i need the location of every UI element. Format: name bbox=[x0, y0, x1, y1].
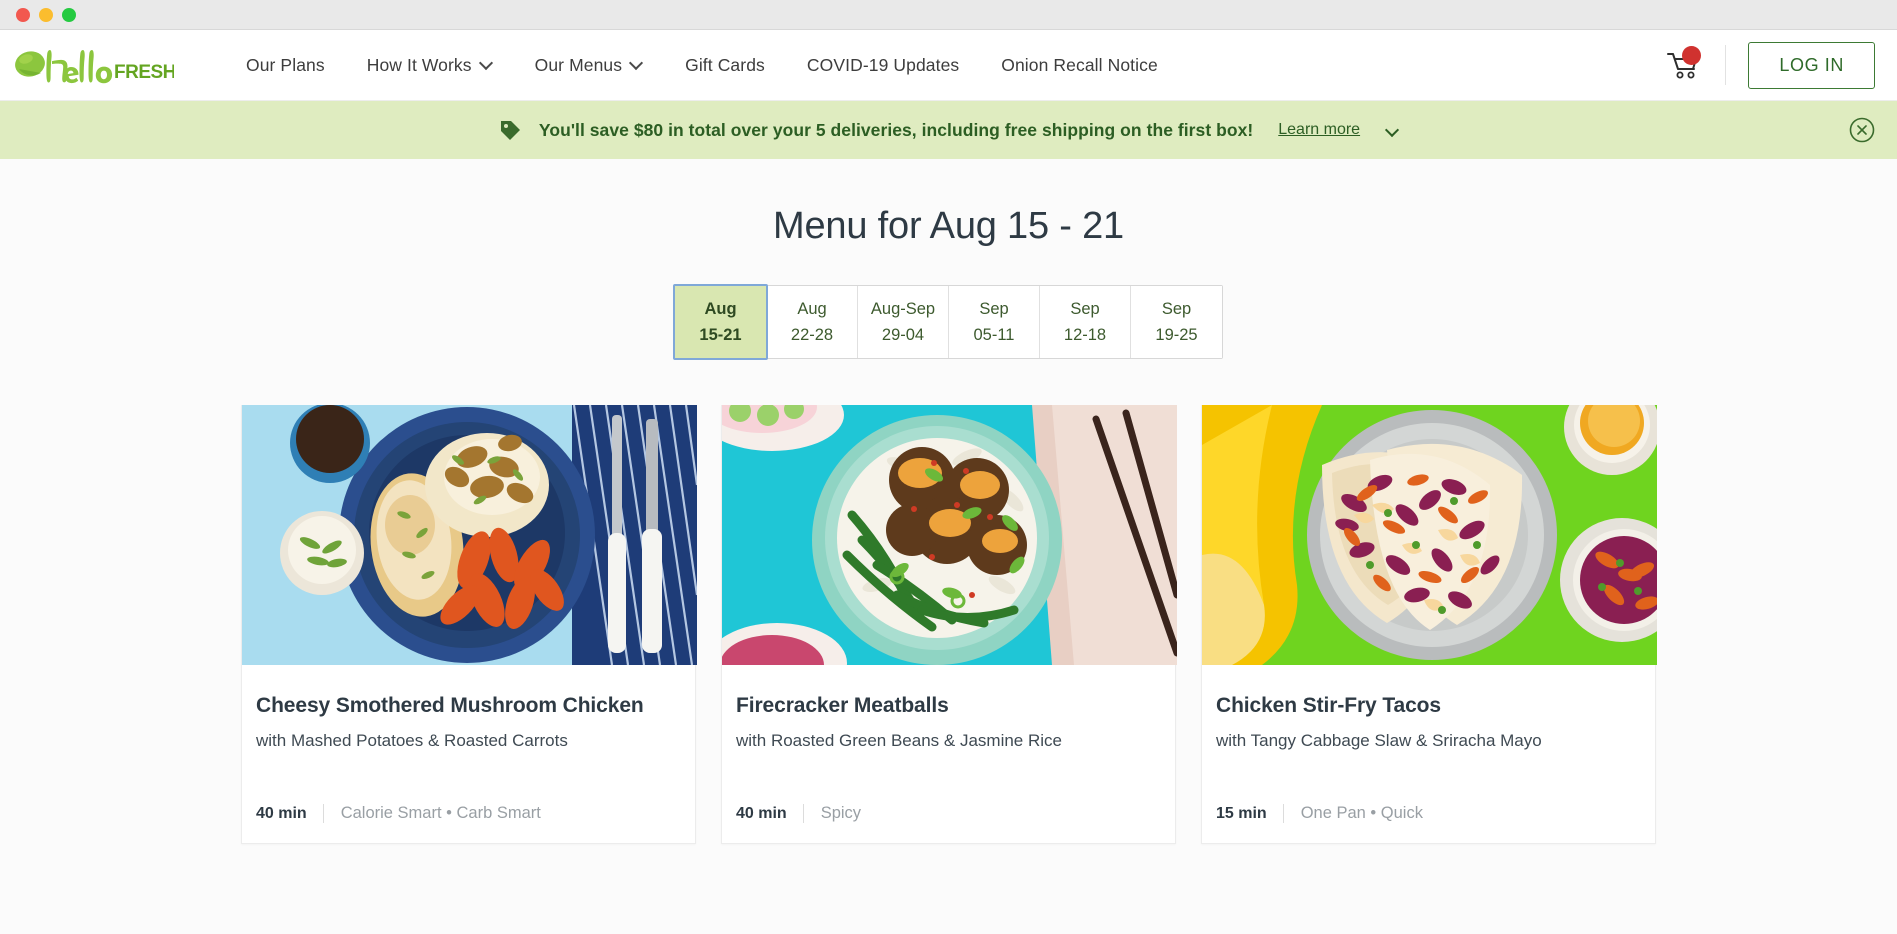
chevron-down-icon bbox=[481, 57, 493, 69]
week-tab-month: Aug bbox=[797, 299, 827, 318]
meal-cards-row: Cheesy Smothered Mushroom Chicken with M… bbox=[0, 405, 1897, 845]
meal-meta: 40 min Spicy bbox=[736, 804, 1161, 843]
nav-label: Our Menus bbox=[534, 54, 623, 75]
meal-tags: One Pan • Quick bbox=[1282, 804, 1423, 824]
price-tag-icon bbox=[500, 121, 520, 140]
meal-title: Cheesy Smothered Mushroom Chicken bbox=[256, 694, 644, 717]
meal-cook-time: 15 min bbox=[1216, 804, 1267, 822]
promo-banner: You'll save $80 in total over your 5 del… bbox=[0, 101, 1897, 159]
nav-label: How It Works bbox=[366, 54, 472, 75]
promo-text: You'll save $80 in total over your 5 del… bbox=[538, 119, 1254, 140]
meal-card[interactable]: Chicken Stir-Fry Tacos with Tangy Cabbag… bbox=[1201, 405, 1657, 845]
meal-title: Chicken Stir-Fry Tacos bbox=[1216, 694, 1441, 717]
window-close-button[interactable] bbox=[16, 7, 30, 22]
main-navigation: Our Plans How It Works Our Menus Gift Ca… bbox=[225, 55, 1655, 76]
nav-label: Onion Recall Notice bbox=[1001, 54, 1158, 75]
meal-image bbox=[1202, 405, 1657, 665]
week-tab-aug-15-21[interactable]: Aug 15-21 bbox=[673, 284, 768, 360]
week-tab-month: Sep bbox=[1070, 299, 1100, 318]
promo-content: You'll save $80 in total over your 5 del… bbox=[498, 118, 1399, 142]
header-divider bbox=[1725, 45, 1727, 85]
chicken-mashed-potatoes-carrots-photo bbox=[242, 405, 697, 665]
week-selector-group: Aug 15-21 Aug 22-28 Aug-Sep 29-04 Sep 05… bbox=[673, 284, 1223, 360]
week-tab-aug-sep-29-04[interactable]: Aug-Sep 29-04 bbox=[858, 286, 949, 358]
meal-cook-time: 40 min bbox=[736, 804, 787, 822]
week-tab-days: 12-18 bbox=[1063, 326, 1107, 344]
site-header: FRESH Our Plans How It Works Our Menus G… bbox=[0, 30, 1897, 101]
hellofresh-logo[interactable]: FRESH bbox=[14, 45, 189, 85]
nav-item-covid-19-updates[interactable]: COVID-19 Updates bbox=[786, 55, 980, 76]
meal-image bbox=[242, 405, 697, 665]
meal-cook-time: 40 min bbox=[256, 804, 307, 822]
week-tab-sep-05-11[interactable]: Sep 05-11 bbox=[949, 286, 1040, 358]
svg-text:FRESH: FRESH bbox=[114, 62, 174, 83]
chevron-down-icon bbox=[631, 57, 643, 69]
meal-meta: 40 min Calorie Smart • Carb Smart bbox=[256, 804, 681, 843]
chevron-down-icon[interactable] bbox=[1387, 125, 1399, 137]
meal-subtitle: with Tangy Cabbage Slaw & Sriracha Mayo bbox=[1216, 731, 1542, 751]
meal-subtitle: with Roasted Green Beans & Jasmine Rice bbox=[736, 731, 1062, 751]
header-actions: LOG IN bbox=[1655, 41, 1897, 89]
week-tab-month: Sep bbox=[979, 299, 1009, 318]
meal-tags: Spicy bbox=[802, 804, 861, 824]
week-tab-month: Sep bbox=[1161, 299, 1192, 318]
window-minimize-button[interactable] bbox=[39, 7, 53, 22]
week-tab-days: 05-11 bbox=[973, 326, 1015, 344]
week-tab-month: Aug-Sep bbox=[870, 299, 936, 318]
nav-item-onion-recall-notice[interactable]: Onion Recall Notice bbox=[980, 55, 1179, 76]
promo-close-button[interactable] bbox=[1849, 117, 1875, 143]
meal-card[interactable]: Firecracker Meatballs with Roasted Green… bbox=[721, 405, 1177, 845]
nav-item-how-it-works[interactable]: How It Works bbox=[346, 55, 514, 76]
promo-learn-more-link[interactable]: Learn more bbox=[1278, 121, 1360, 139]
chicken-tacos-cabbage-slaw-photo bbox=[1202, 405, 1657, 665]
page-title: Menu for Aug 15 - 21 bbox=[773, 205, 1124, 247]
meatballs-green-beans-rice-photo bbox=[722, 405, 1177, 665]
meal-title: Firecracker Meatballs bbox=[736, 694, 949, 717]
meal-meta: 15 min One Pan • Quick bbox=[1216, 804, 1641, 843]
meal-card[interactable]: Cheesy Smothered Mushroom Chicken with M… bbox=[241, 405, 697, 845]
week-tab-sep-19-25[interactable]: Sep 19-25 bbox=[1131, 286, 1222, 358]
meal-subtitle: with Mashed Potatoes & Roasted Carrots bbox=[256, 731, 568, 751]
meal-card-body: Firecracker Meatballs with Roasted Green… bbox=[722, 665, 1175, 843]
nav-item-gift-cards[interactable]: Gift Cards bbox=[664, 55, 786, 76]
window-chrome bbox=[0, 0, 1897, 30]
meal-card-body: Cheesy Smothered Mushroom Chicken with M… bbox=[242, 665, 695, 843]
menu-page-main: Menu for Aug 15 - 21 Aug 15-21 Aug 22-28… bbox=[0, 159, 1897, 934]
close-circle-icon bbox=[1849, 117, 1875, 143]
nav-label: Our Plans bbox=[246, 54, 325, 75]
week-tab-aug-22-28[interactable]: Aug 22-28 bbox=[767, 286, 858, 358]
hellofresh-logo-icon: FRESH bbox=[15, 50, 174, 84]
meal-image bbox=[722, 405, 1177, 665]
meal-tags: Calorie Smart • Carb Smart bbox=[322, 804, 541, 824]
week-tab-days: 22-28 bbox=[790, 326, 834, 344]
window-maximize-button[interactable] bbox=[62, 7, 76, 22]
nav-item-our-menus[interactable]: Our Menus bbox=[514, 55, 664, 76]
meal-card-body: Chicken Stir-Fry Tacos with Tangy Cabbag… bbox=[1202, 665, 1655, 843]
week-tab-days: 15-21 bbox=[699, 326, 742, 344]
week-tab-days: 29-04 bbox=[881, 326, 925, 344]
week-tab-month: Aug bbox=[704, 299, 737, 318]
nav-label: Gift Cards bbox=[685, 54, 765, 75]
nav-item-our-plans[interactable]: Our Plans bbox=[225, 55, 346, 76]
login-button[interactable]: LOG IN bbox=[1748, 41, 1875, 89]
week-tab-days: 19-25 bbox=[1155, 326, 1198, 344]
cart-button[interactable] bbox=[1655, 42, 1711, 88]
week-tab-sep-12-18[interactable]: Sep 12-18 bbox=[1040, 286, 1131, 358]
nav-label: COVID-19 Updates bbox=[806, 54, 960, 75]
week-selector: Aug 15-21 Aug 22-28 Aug-Sep 29-04 Sep 05… bbox=[0, 284, 1897, 360]
